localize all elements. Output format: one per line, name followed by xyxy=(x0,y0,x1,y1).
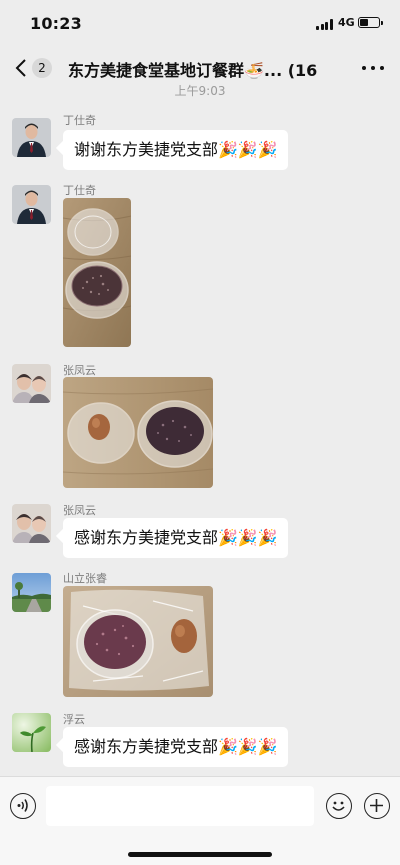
sender-name: 山立张睿 xyxy=(63,572,107,585)
sender-name: 丁仕奇 xyxy=(63,114,96,127)
photo-porridge[interactable] xyxy=(63,198,131,347)
message-item: 山立张睿 xyxy=(0,568,400,703)
battery-icon xyxy=(358,17,383,28)
message-item: 张凤云 xyxy=(0,360,400,490)
message-bubble[interactable]: 谢谢东方美捷党支部🎉🎉🎉 xyxy=(63,130,288,170)
status-time: 10:23 xyxy=(30,14,82,33)
sender-name: 张凤云 xyxy=(63,504,96,517)
signal-icon xyxy=(316,19,333,30)
status-bar: 10:23 4G xyxy=(0,0,400,46)
voice-icon[interactable] xyxy=(10,793,36,819)
more-dots-icon[interactable] xyxy=(360,60,386,76)
network-type: 4G xyxy=(338,16,355,29)
avatar[interactable] xyxy=(12,504,51,543)
chat-title: 东方美捷食堂基地订餐群🍜... (168) xyxy=(68,61,318,80)
message-item: 丁仕奇 谢谢东方美捷党支部🎉🎉🎉 xyxy=(0,110,400,180)
message-bubble[interactable]: 感谢东方美捷党支部🎉🎉🎉 xyxy=(63,518,288,558)
sender-name: 浮云 xyxy=(63,713,85,726)
message-timestamp: 上午9:03 xyxy=(174,84,226,98)
message-item: 丁仕奇 xyxy=(0,180,400,350)
message-item: 张凤云 感谢东方美捷党支部🎉🎉🎉 xyxy=(0,500,400,570)
avatar[interactable] xyxy=(12,573,51,612)
photo-porridge-egg[interactable] xyxy=(63,377,213,488)
plus-icon[interactable] xyxy=(364,793,390,819)
chevron-left-icon[interactable] xyxy=(10,56,34,80)
message-item: 浮云 感谢东方美捷党支部🎉🎉🎉 xyxy=(0,708,400,776)
avatar[interactable] xyxy=(12,118,51,157)
photo-porridge-egg-bag[interactable] xyxy=(63,586,213,697)
sender-name: 张凤云 xyxy=(63,364,96,377)
message-bubble[interactable]: 感谢东方美捷党支部🎉🎉🎉 xyxy=(63,727,288,767)
avatar[interactable] xyxy=(12,185,51,224)
home-indicator[interactable] xyxy=(128,852,272,857)
avatar[interactable] xyxy=(12,713,51,752)
sender-name: 丁仕奇 xyxy=(63,184,96,197)
unread-badge[interactable]: 2 xyxy=(32,58,52,78)
emoji-icon[interactable] xyxy=(326,793,352,819)
message-input[interactable] xyxy=(46,786,314,826)
avatar[interactable] xyxy=(12,364,51,403)
